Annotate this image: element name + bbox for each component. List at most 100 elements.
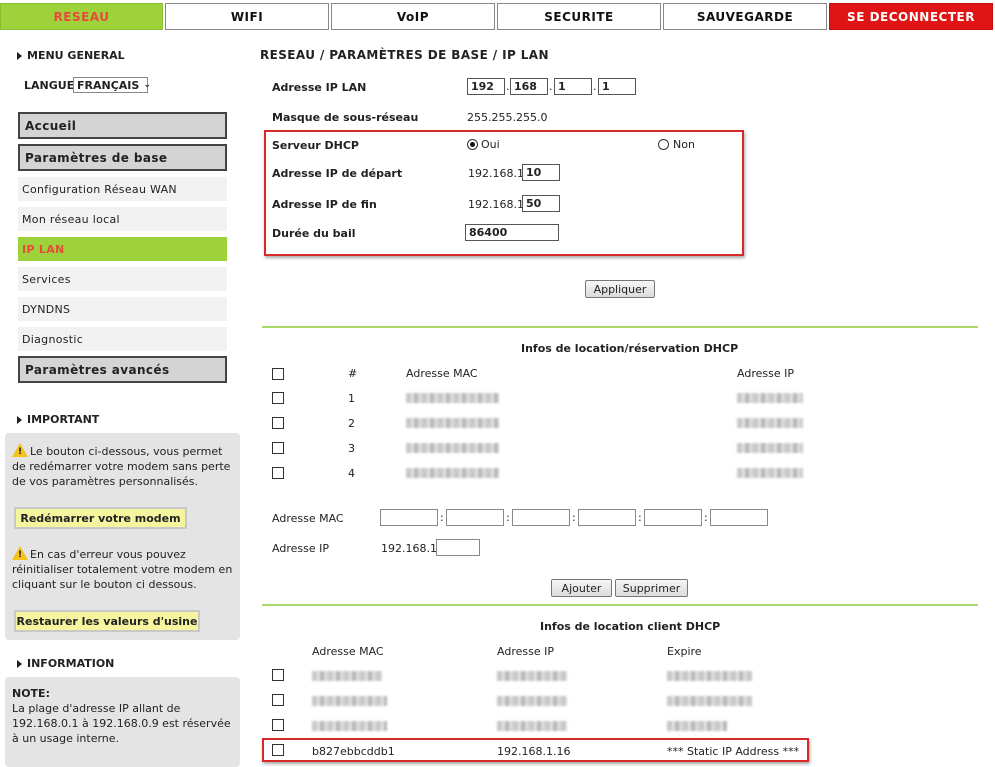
- ip-dot: .: [506, 80, 510, 93]
- client-last-ip: 192.168.1.16: [497, 745, 571, 758]
- sidebar-item-ip-lan[interactable]: IP LAN: [18, 237, 227, 261]
- ip-octet-1-input[interactable]: 192: [467, 78, 505, 95]
- redacted-ip: [497, 696, 567, 706]
- delete-button[interactable]: Supprimer: [615, 579, 688, 597]
- language-select[interactable]: FRANÇAIS ⌄: [73, 77, 151, 93]
- redacted-mac: [312, 721, 387, 731]
- triangle-icon: [17, 51, 22, 60]
- res-header-num: #: [348, 367, 358, 380]
- tab-voip[interactable]: VoIP: [331, 3, 495, 30]
- restart-modem-button[interactable]: Redémarrer votre modem: [14, 507, 187, 529]
- ip-dot: .: [593, 80, 597, 93]
- warning-icon: [12, 443, 28, 460]
- warning-icon: [12, 546, 28, 563]
- redacted-mac: [312, 696, 387, 706]
- res-row-checkbox[interactable]: [272, 467, 284, 479]
- client-last-mac: b827ebbcddb1: [312, 745, 395, 758]
- end-ip-input[interactable]: 50: [522, 195, 560, 212]
- redacted-ip: [737, 393, 803, 403]
- res-row-index: 4: [348, 467, 355, 480]
- important-text-1-content: Le bouton ci-dessous, vous permet de red…: [12, 445, 231, 488]
- langue-label: LANGUE: [24, 79, 75, 92]
- reservation-title: Infos de location/réservation DHCP: [521, 342, 739, 355]
- mac-byte-2-input[interactable]: [446, 509, 504, 526]
- dhcp-server-label: Serveur DHCP: [272, 139, 359, 152]
- client-row-checkbox[interactable]: [272, 694, 284, 706]
- sidebar-item-reseau-local[interactable]: Mon réseau local: [18, 207, 227, 231]
- logout-button[interactable]: SE DECONNECTER: [829, 3, 993, 30]
- client-row-checkbox[interactable]: [272, 719, 284, 731]
- res-row-checkbox[interactable]: [272, 392, 284, 404]
- menu-parametres-base[interactable]: Paramètres de base: [18, 144, 227, 171]
- ip-lan-label: Adresse IP LAN: [272, 81, 367, 94]
- client-row-checkbox[interactable]: [272, 669, 284, 681]
- redacted-ip: [497, 671, 567, 681]
- start-ip-prefix: 192.168.1.: [468, 167, 528, 180]
- important-label: IMPORTANT: [27, 413, 100, 426]
- sidebar-item-wan[interactable]: Configuration Réseau WAN: [18, 177, 227, 201]
- menu-accueil[interactable]: Accueil: [18, 112, 227, 139]
- sidebar-item-diagnostic[interactable]: Diagnostic: [18, 327, 227, 351]
- sidebar-item-services[interactable]: Services: [18, 267, 227, 291]
- start-ip-input[interactable]: 10: [522, 164, 560, 181]
- res-row-checkbox[interactable]: [272, 417, 284, 429]
- mask-label: Masque de sous-réseau: [272, 111, 419, 124]
- note-title: NOTE:: [12, 687, 50, 700]
- mac-colon: :: [704, 511, 708, 524]
- dhcp-no-radio[interactable]: [658, 139, 669, 150]
- mac-byte-4-input[interactable]: [578, 509, 636, 526]
- redacted-expire: [667, 696, 752, 706]
- client-last-expire: *** Static IP Address ***: [667, 745, 800, 758]
- note-text: La plage d'adresse IP allant de 192.168.…: [12, 702, 231, 745]
- apply-button[interactable]: Appliquer: [585, 280, 655, 298]
- lease-input[interactable]: 86400: [465, 224, 559, 241]
- redacted-ip: [497, 721, 567, 731]
- ip-prefix: 192.168.1.: [381, 542, 441, 555]
- res-row-checkbox[interactable]: [272, 442, 284, 454]
- ip-octet-4-input[interactable]: 1: [598, 78, 636, 95]
- tab-securite[interactable]: SECURITE: [497, 3, 661, 30]
- res-header-mac: Adresse MAC: [406, 367, 478, 380]
- start-ip-label: Adresse IP de départ: [272, 167, 403, 180]
- res-row-index: 3: [348, 442, 355, 455]
- ip-dot: .: [549, 80, 553, 93]
- mac-byte-6-input[interactable]: [710, 509, 768, 526]
- add-button[interactable]: Ajouter: [551, 579, 612, 597]
- ip-octet-3-input[interactable]: 1: [554, 78, 592, 95]
- redacted-ip: [737, 443, 803, 453]
- client-header-mac: Adresse MAC: [312, 645, 384, 658]
- mac-byte-3-input[interactable]: [512, 509, 570, 526]
- tab-reseau[interactable]: RESEAU: [0, 3, 163, 30]
- information-label: INFORMATION: [27, 657, 115, 670]
- redacted-expire: [667, 671, 752, 681]
- menu-general-heading: MENU GENERAL: [17, 49, 125, 62]
- sidebar-item-dyndns[interactable]: DYNDNS: [18, 297, 227, 321]
- ip-last-octet-input[interactable]: [436, 539, 480, 556]
- lease-label: Durée du bail: [272, 227, 356, 240]
- redacted-ip: [737, 468, 803, 478]
- client-header-ip: Adresse IP: [497, 645, 554, 658]
- mac-byte-5-input[interactable]: [644, 509, 702, 526]
- chevron-down-icon: ⌄: [143, 80, 151, 90]
- triangle-icon: [17, 659, 22, 668]
- breadcrumb: RESEAU / PARAMÈTRES DE BASE / IP LAN: [260, 48, 549, 62]
- mac-colon: :: [440, 511, 444, 524]
- ip-octet-2-input[interactable]: 168: [510, 78, 548, 95]
- menu-parametres-avances[interactable]: Paramètres avancés: [18, 356, 227, 383]
- redacted-expire: [667, 721, 727, 731]
- tab-sauvegarde[interactable]: SAUVEGARDE: [663, 3, 827, 30]
- res-header-ip: Adresse IP: [737, 367, 794, 380]
- select-all-checkbox[interactable]: [272, 368, 284, 380]
- information-heading: INFORMATION: [17, 657, 114, 670]
- mac-byte-1-input[interactable]: [380, 509, 438, 526]
- divider: [262, 604, 978, 606]
- restore-factory-button[interactable]: Restaurer les valeurs d'usine: [14, 610, 200, 632]
- res-row-index: 2: [348, 417, 355, 430]
- redacted-mac: [312, 671, 382, 681]
- client-header-expire: Expire: [667, 645, 702, 658]
- dhcp-yes-radio[interactable]: [467, 139, 478, 150]
- important-text-2: En cas d'erreur vous pouvez réinitialise…: [12, 546, 234, 592]
- menu-general-label: MENU GENERAL: [27, 49, 125, 62]
- client-row-checkbox[interactable]: [272, 744, 284, 756]
- tab-wifi[interactable]: WIFI: [165, 3, 329, 30]
